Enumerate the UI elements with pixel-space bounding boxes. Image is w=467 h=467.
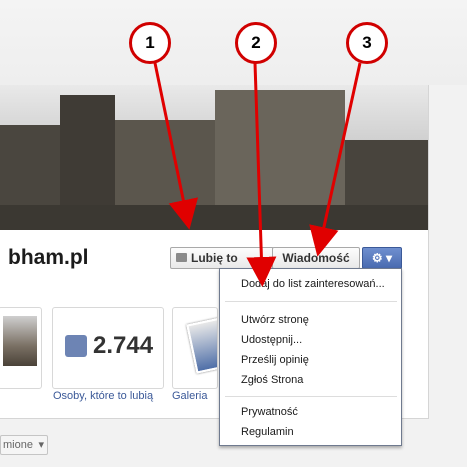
arrow-1 bbox=[153, 62, 199, 230]
arrow-2 bbox=[246, 62, 277, 287]
callout-marker-2: 2 bbox=[235, 22, 277, 64]
arrow-3 bbox=[309, 62, 362, 257]
callout-marker-1: 1 bbox=[129, 22, 171, 64]
callout-marker-3: 3 bbox=[346, 22, 388, 64]
annotation-arrows bbox=[153, 62, 362, 287]
